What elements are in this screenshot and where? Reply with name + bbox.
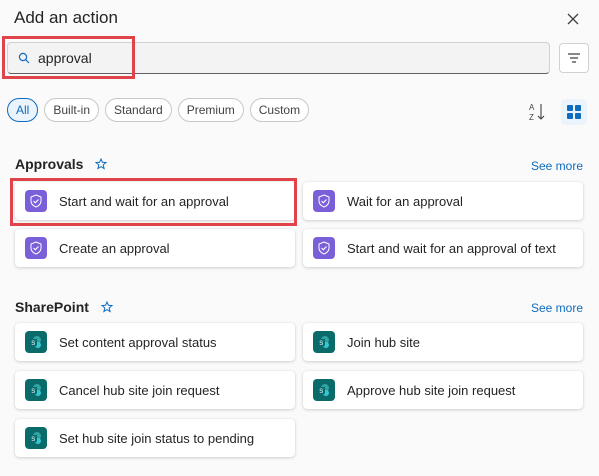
approval-icon — [25, 237, 47, 259]
star-icon[interactable] — [95, 158, 108, 170]
see-more-approvals[interactable]: See more — [531, 159, 583, 173]
chip-all[interactable]: All — [7, 98, 39, 122]
see-more-sharepoint[interactable]: See more — [531, 301, 583, 315]
action-card[interactable]: Start and wait for an approval — [15, 182, 295, 220]
sort-button[interactable]: A Z — [526, 100, 548, 124]
approval-icon — [313, 237, 335, 259]
panel-title: Add an action — [14, 8, 118, 27]
search-input[interactable] — [38, 50, 518, 66]
action-label: Set content approval status — [59, 334, 217, 350]
svg-text:S: S — [31, 389, 35, 395]
svg-text:Z: Z — [529, 113, 534, 122]
chip-standard[interactable]: Standard — [105, 98, 172, 122]
grid-view-icon — [567, 105, 581, 119]
action-label: Create an approval — [59, 240, 170, 256]
action-label: Start and wait for an approval of text — [347, 240, 556, 256]
section-approvals: Approvals — [15, 156, 108, 172]
approval-icon — [313, 190, 335, 212]
action-card[interactable]: S Join hub site — [303, 323, 583, 361]
action-label: Cancel hub site join request — [59, 382, 220, 398]
grid-view-button[interactable] — [561, 99, 587, 125]
section-title-sharepoint: SharePoint — [15, 299, 89, 315]
sharepoint-icon: S — [313, 331, 335, 353]
sharepoint-icon: S — [25, 427, 47, 449]
action-card[interactable]: S Approve hub site join request — [303, 371, 583, 409]
svg-text:S: S — [319, 389, 323, 395]
action-label: Start and wait for an approval — [59, 193, 229, 209]
action-card[interactable]: S Set content approval status — [15, 323, 295, 361]
sharepoint-icon: S — [25, 331, 47, 353]
action-label: Join hub site — [347, 334, 420, 350]
sharepoint-icon: S — [25, 379, 47, 401]
approval-icon — [25, 190, 47, 212]
chip-custom[interactable]: Custom — [249, 98, 310, 122]
section-sharepoint: SharePoint — [15, 299, 113, 315]
action-label: Wait for an approval — [347, 193, 463, 209]
sharepoint-icon: S — [313, 379, 335, 401]
svg-text:S: S — [31, 437, 35, 443]
close-icon — [567, 13, 579, 25]
section-title-approvals: Approvals — [15, 156, 84, 172]
svg-text:S: S — [31, 341, 35, 347]
action-label: Approve hub site join request — [347, 382, 516, 398]
filter-icon — [568, 53, 580, 63]
star-icon[interactable] — [100, 301, 113, 313]
action-card[interactable]: Start and wait for an approval of text — [303, 229, 583, 267]
close-button[interactable] — [562, 8, 584, 30]
action-card[interactable]: S Cancel hub site join request — [15, 371, 295, 409]
action-label: Set hub site join status to pending — [59, 430, 255, 446]
chip-premium[interactable]: Premium — [177, 98, 244, 122]
search-icon — [18, 51, 32, 65]
action-card[interactable]: S Set hub site join status to pending — [15, 419, 295, 457]
search-box[interactable] — [7, 42, 550, 74]
action-card[interactable]: Create an approval — [15, 229, 295, 267]
svg-text:A: A — [529, 103, 535, 112]
filter-button[interactable] — [559, 43, 589, 73]
filter-chips: All Built-in Standard Premium Custom — [7, 98, 310, 122]
sort-az-icon: A Z — [529, 103, 545, 122]
chip-built-in[interactable]: Built-in — [44, 98, 100, 122]
svg-text:S: S — [319, 341, 323, 347]
action-card[interactable]: Wait for an approval — [303, 182, 583, 220]
